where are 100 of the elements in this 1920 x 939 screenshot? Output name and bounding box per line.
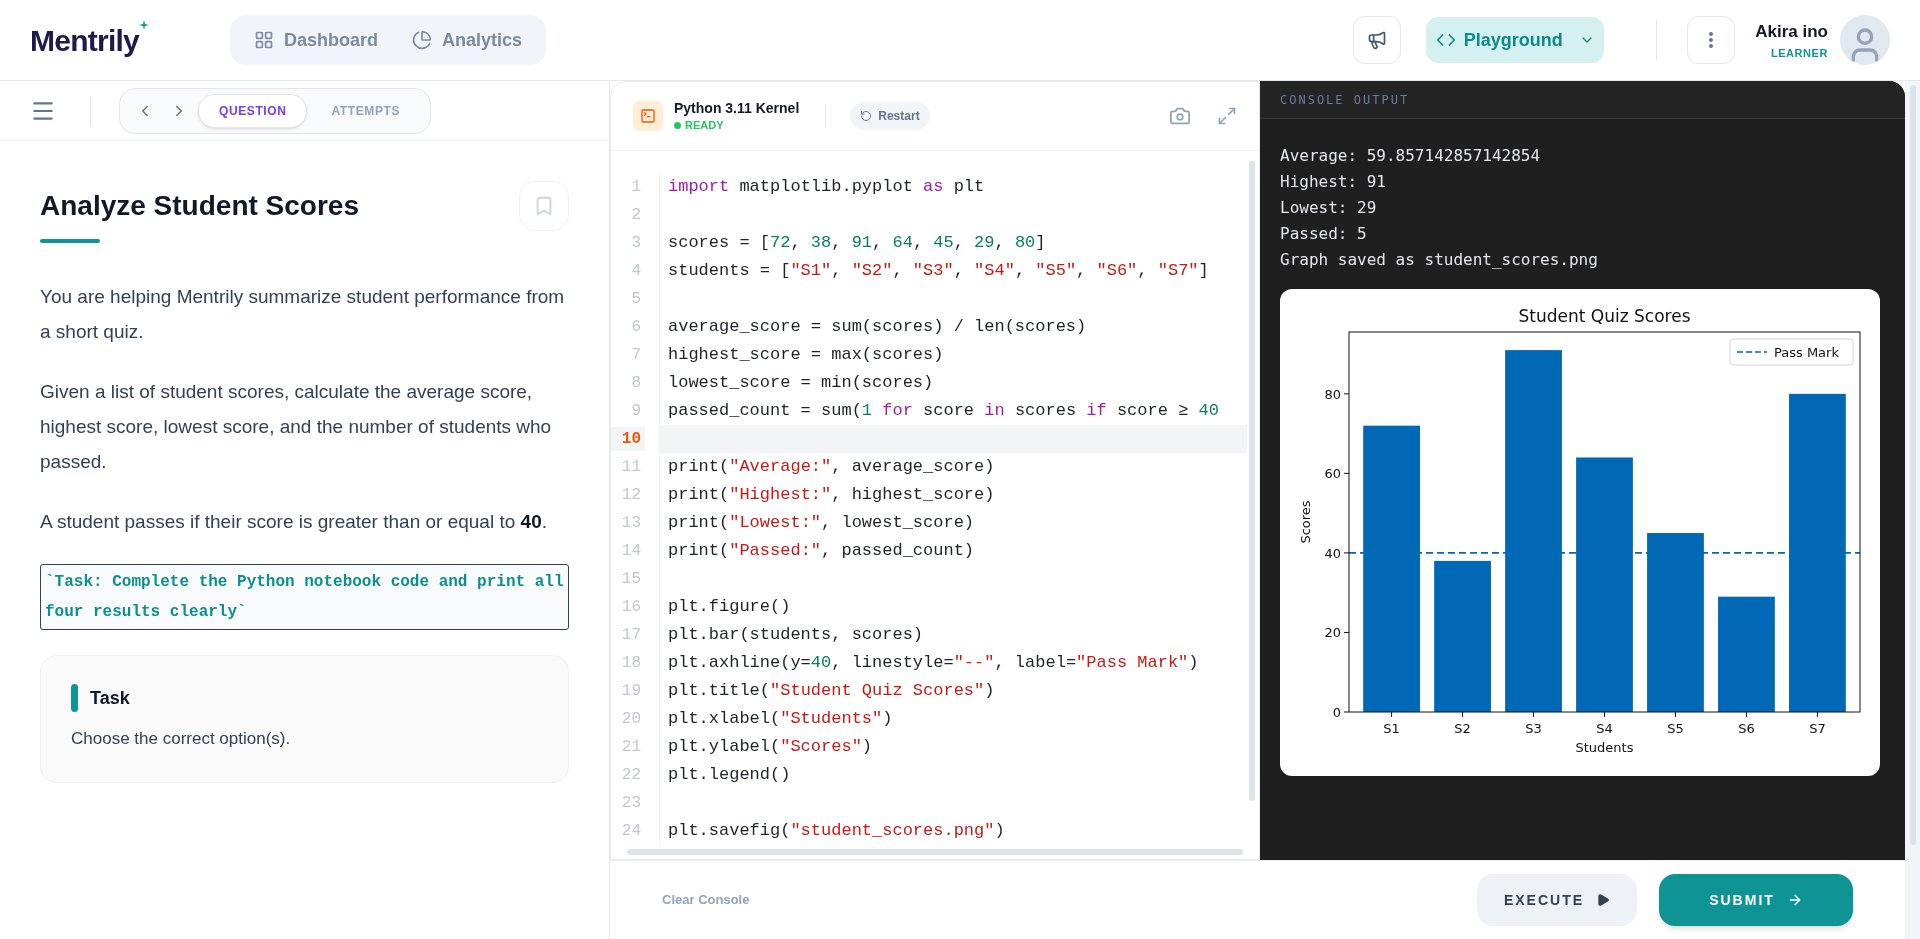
line-number: 8 [630,373,642,394]
code-line: average_score = sum(scores) / len(scores) [667,316,1088,339]
legend-label: Pass Mark [1774,345,1839,360]
code-note: `Task: Complete the Python notebook code and print all four results clearly` [40,564,569,630]
user-role: LEARNER [1770,45,1828,61]
line-number: 12 [620,485,642,506]
console-line: Highest: 91 [1280,171,1387,193]
console-line: Graph saved as student_scores.png [1280,249,1599,271]
line-number: 15 [620,569,642,590]
line-number: 3 [630,233,642,254]
x-tick-label: S4 [1596,721,1613,736]
code-line: print("Average:", average_score) [667,456,996,479]
logo[interactable]: Mentrily [30,17,140,63]
line-number: 13 [620,513,642,534]
x-axis-label: Students [1575,740,1634,755]
user-name: Akira ino [1755,21,1828,43]
chart-title: Student Quiz Scores [1518,306,1691,326]
sparkle-icon [139,19,150,30]
code-line: plt.axhline(y=40, linestyle="--", label="Pass Mark") [667,652,1200,675]
clear-console-button[interactable]: Clear Console [662,890,750,910]
code-line: passed_count = sum(1 for score in scores if score ≥ 40 [667,400,1220,423]
code-line: plt.bar(students, scores) [667,624,925,647]
task-card-title: Task [90,686,130,710]
question-tab[interactable]: QUESTION [198,93,308,128]
restart-button[interactable]: Restart [850,102,930,130]
line-number: 2 [630,205,642,226]
line-number: 7 [630,345,642,366]
line-number: 24 [620,821,642,842]
line-number: 21 [620,737,642,758]
line-number: 1 [630,177,642,198]
console-title: CONSOLE OUTPUT [1280,91,1410,109]
task-card-text: Choose the correct option(s). [71,728,292,750]
execute-button[interactable]: EXECUTE [1477,874,1637,926]
line-number: 4 [630,261,642,282]
line-number: 9 [630,401,642,422]
code-line: highest_score = max(scores) [667,344,945,367]
console-line: Lowest: 29 [1280,197,1378,219]
page-scrollbar[interactable] [1905,81,1920,939]
more-icon [1709,32,1714,48]
y-tick-label: 0 [1332,705,1341,720]
horizontal-scrollbar[interactable] [627,849,1243,855]
y-axis-label: Scores [1298,500,1313,544]
accent-bar [71,684,78,712]
paragraph: You are helping Mentrily summarize student performance from a short quiz. [40,285,566,344]
kernel-status: READY [685,117,724,133]
code-line: plt.legend() [667,764,792,787]
nav-tab[interactable]: Analytics [398,21,537,59]
code-line: scores = [72, 38, 91, 64, 45, 29, 80] [667,232,1047,255]
title-underline [40,239,100,243]
code-line: plt.ylabel("Scores") [667,736,874,759]
line-number: 19 [620,681,642,702]
question-title: Analyze Student Scores [40,189,359,223]
paragraph: Given a list of student scores, calculate the average score, highest score, lowest score, and the number of students who passed. [40,380,553,474]
vertical-scrollbar[interactable] [1249,161,1255,801]
avatar[interactable] [1840,15,1890,65]
line-number: 16 [620,597,642,618]
x-tick-label: S6 [1738,721,1755,736]
y-tick-label: 60 [1324,466,1341,482]
x-tick-label: S2 [1454,721,1471,736]
code-line: plt.xlabel("Students") [667,708,894,731]
code-line: lowest_score = min(scores) [667,372,935,395]
code-line: print("Highest:", highest_score) [667,484,996,507]
playground-button[interactable]: Playground [1426,17,1605,63]
pie-chart-icon [412,30,433,50]
kernel-icon [633,101,663,131]
line-number: 11 [620,457,642,478]
line-number: 6 [630,317,642,338]
x-tick-label: S3 [1525,721,1542,736]
camera-icon[interactable] [1169,105,1191,127]
more-button[interactable] [1687,16,1736,64]
code-line: print("Passed:", passed_count) [667,540,976,563]
line-number: 23 [620,793,642,814]
announcement-button[interactable] [1353,16,1402,64]
line-number: 10 [611,427,645,451]
line-number: 17 [620,625,642,646]
console-line: Passed: 5 [1280,223,1368,245]
x-tick-label: S5 [1667,721,1684,736]
expand-icon[interactable] [1217,106,1237,126]
question-tab[interactable]: ATTEMPTS [311,93,421,128]
grid-icon [254,30,274,50]
y-tick-label: 80 [1324,386,1341,402]
y-tick-label: 40 [1324,545,1341,561]
line-number: 20 [620,709,642,730]
line-number: 14 [620,541,642,562]
nav-tab[interactable]: Dashboard [240,21,393,59]
play-icon [1596,893,1611,907]
code-line: students = ["S1", "S2", "S3", "S4", "S5", "S6", "S7"] [667,260,1210,283]
code-line: plt.title("Student Quiz Scores") [667,680,996,703]
line-number: 18 [620,653,642,674]
line-number: 22 [620,765,642,786]
code-line: plt.figure() [667,596,792,619]
line-number: 5 [630,289,642,310]
bookmark-button[interactable] [519,181,569,231]
paragraph: A student passes if their score is greater than or equal to 40. [40,510,548,534]
code-line: import matplotlib.pyplot as plt [667,176,986,199]
legend-line-icon [1736,351,1768,353]
x-tick-label: S1 [1383,721,1400,736]
code-line: plt.savefig("student_scores.png") [667,820,1006,843]
console-line: Average: 59.857142857142854 [1280,145,1542,167]
submit-button[interactable]: SUBMIT [1659,874,1853,926]
